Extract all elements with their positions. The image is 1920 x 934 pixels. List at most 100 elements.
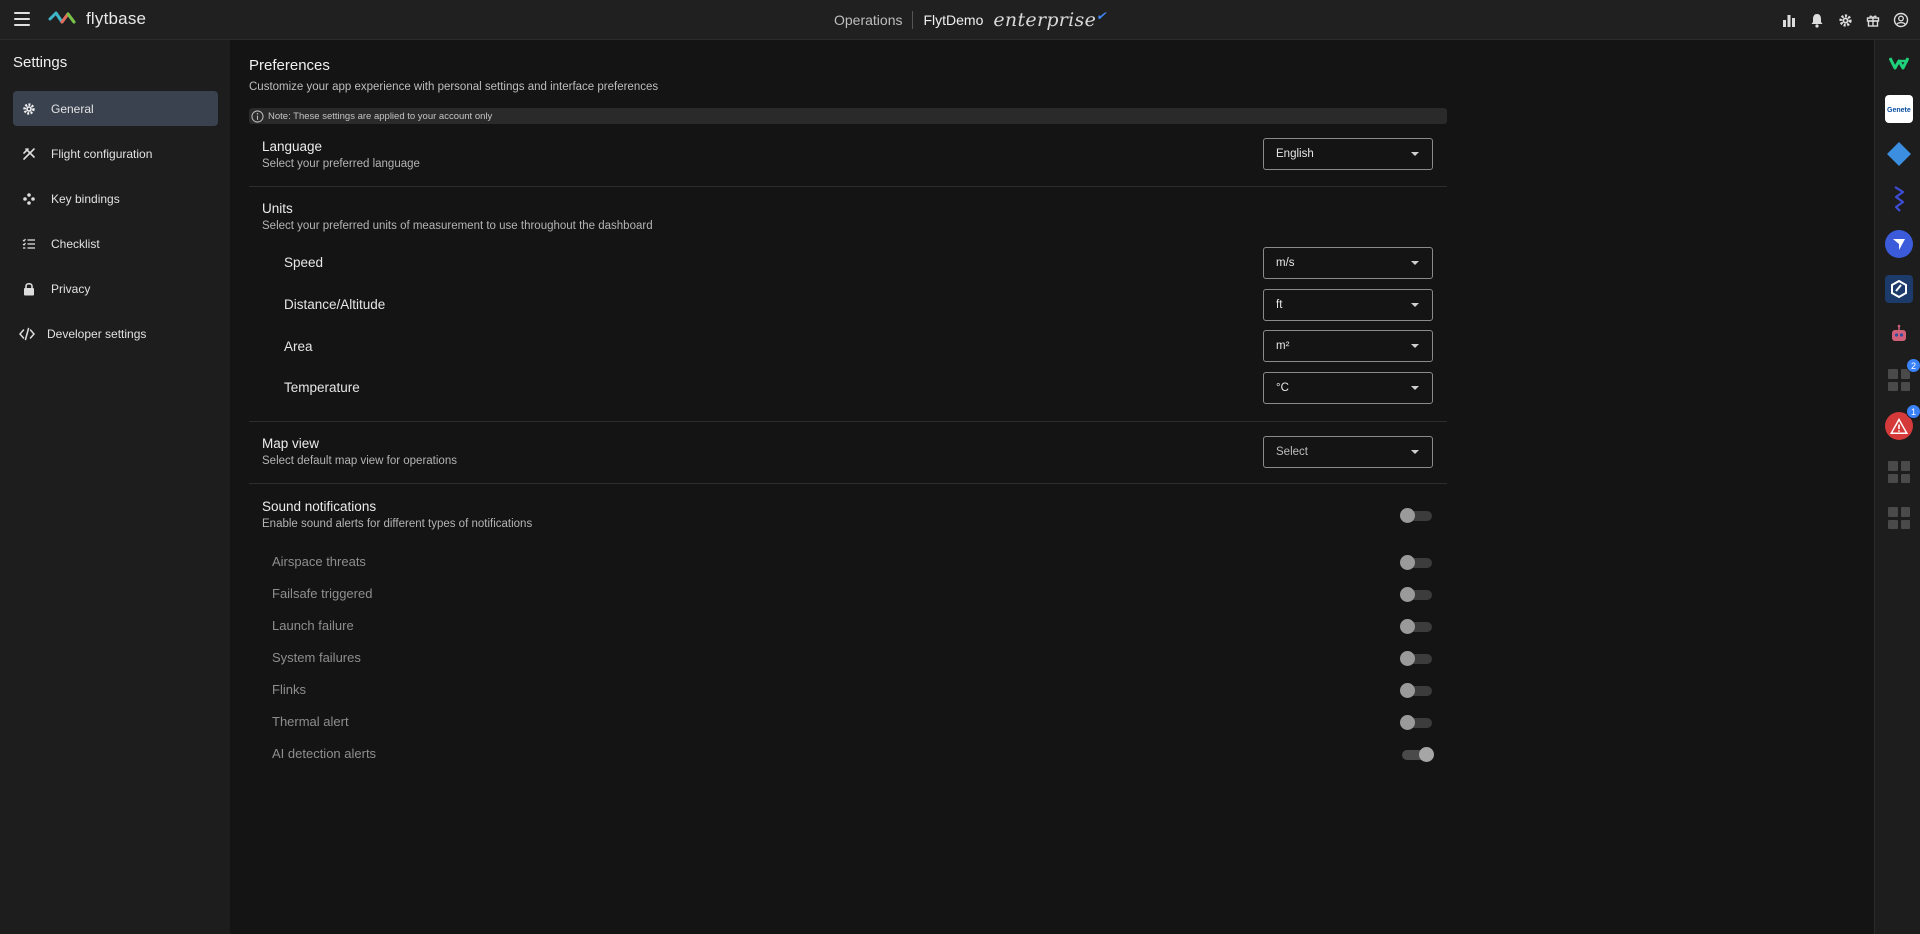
sidebar-item-privacy[interactable]: Privacy <box>13 271 218 306</box>
airspace-threats-toggle[interactable] <box>1400 555 1432 570</box>
page-title: Preferences <box>249 57 330 74</box>
divider <box>249 186 1447 187</box>
area-label: Area <box>284 339 313 354</box>
brand-name: flytbase <box>86 9 147 28</box>
apps-placeholder-icon[interactable]: 2 <box>1885 358 1920 394</box>
flytbase-logo[interactable]: flytbase <box>48 9 146 29</box>
hamburger-menu-icon[interactable] <box>14 12 30 26</box>
warning-icon[interactable]: 1 <box>1885 404 1920 440</box>
sidebar-item-developer-settings[interactable]: Developer settings <box>13 316 218 351</box>
distance-value: ft <box>1276 299 1283 311</box>
sidebar-item-label: Checklist <box>51 236 100 251</box>
toggle-knob <box>1400 683 1415 698</box>
language-title: Language <box>262 139 323 154</box>
note-text: Note: These settings are applied to your… <box>268 110 493 122</box>
sidebar-item-checklist[interactable]: Checklist <box>13 226 218 261</box>
bar-chart-icon[interactable] <box>1780 11 1798 29</box>
thermal-alert-label: Thermal alert <box>272 714 349 729</box>
hexagon-icon[interactable] <box>1885 275 1913 303</box>
va-logo-icon[interactable] <box>1885 49 1913 77</box>
organization-name[interactable]: FlytDemo <box>923 12 983 28</box>
launch-failure-label: Launch failure <box>272 618 354 633</box>
caret-down-icon <box>1411 261 1419 265</box>
distance-altitude-label: Distance/Altitude <box>284 297 386 312</box>
speed-value: m/s <box>1276 257 1295 269</box>
drone-icon <box>21 146 37 162</box>
gear-icon[interactable] <box>1836 11 1854 29</box>
speed-label: Speed <box>284 255 324 270</box>
settings-nav: General Flight configuration Key binding… <box>13 91 218 361</box>
workspace-switcher: Operations FlytDemo enterprise✔ <box>834 0 1107 40</box>
failsafe-triggered-toggle[interactable] <box>1400 587 1432 602</box>
caret-down-icon <box>1411 344 1419 348</box>
sound-notifications-toggle[interactable] <box>1400 508 1432 523</box>
lock-icon <box>21 281 37 297</box>
system-failures-toggle[interactable] <box>1400 651 1432 666</box>
preferences-panel: Preferences Customize your app experienc… <box>230 40 1874 934</box>
gear-icon <box>21 101 37 117</box>
toggle-knob <box>1400 651 1415 666</box>
plan-name: enterprise <box>993 9 1097 31</box>
toggle-knob <box>1419 747 1434 762</box>
sidebar-item-key-bindings[interactable]: Key bindings <box>13 181 218 216</box>
divider <box>912 11 914 29</box>
page-subtitle: Customize your app experience with perso… <box>249 81 659 93</box>
units-subtitle: Select your preferred units of measureme… <box>262 220 653 232</box>
area-select[interactable]: m² <box>1263 330 1433 362</box>
user-circle-icon[interactable] <box>1892 11 1910 29</box>
gift-icon[interactable] <box>1864 11 1882 29</box>
genetec-logo-icon[interactable]: Genetec <box>1885 95 1913 123</box>
flytbase-logo-icon <box>48 11 76 24</box>
sidebar-item-flight-configuration[interactable]: Flight configuration <box>13 136 218 171</box>
temperature-label: Temperature <box>284 380 360 395</box>
account-note: Note: These settings are applied to your… <box>249 108 1447 124</box>
sound-notifications-subtitle: Enable sound alerts for different types … <box>262 518 533 530</box>
settings-sidebar: Settings General Flight configuration Ke… <box>0 40 230 934</box>
temperature-select[interactable]: °C <box>1263 372 1433 404</box>
sidebar-item-label: Privacy <box>51 281 91 296</box>
map-view-select[interactable]: Select <box>1263 436 1433 468</box>
failsafe-triggered-label: Failsafe triggered <box>272 586 373 601</box>
ai-detection-alerts-toggle[interactable] <box>1402 747 1434 762</box>
speed-select[interactable]: m/s <box>1263 247 1433 279</box>
caret-down-icon <box>1411 303 1419 307</box>
info-icon <box>251 109 264 123</box>
map-view-placeholder: Select <box>1276 446 1308 458</box>
code-icon <box>19 326 35 342</box>
notification-badge: 2 <box>1906 358 1920 373</box>
airspace-threats-label: Airspace threats <box>272 554 366 569</box>
language-subtitle: Select your preferred language <box>262 158 420 170</box>
divider <box>249 483 1447 484</box>
sidebar-item-label: Flight configuration <box>51 146 153 161</box>
toggle-knob <box>1400 587 1415 602</box>
launch-failure-toggle[interactable] <box>1400 619 1432 634</box>
sidebar-title: Settings <box>13 54 68 71</box>
diamond-icon[interactable] <box>1885 140 1913 168</box>
toggle-knob <box>1400 508 1415 523</box>
toggle-knob <box>1400 619 1415 634</box>
top-actions <box>1780 0 1910 40</box>
flinks-toggle[interactable] <box>1400 683 1432 698</box>
sidebar-item-label: Developer settings <box>47 326 147 341</box>
map-view-title: Map view <box>262 436 320 451</box>
send-icon[interactable] <box>1885 230 1913 258</box>
operations-link[interactable]: Operations <box>834 12 912 28</box>
robot-icon[interactable] <box>1885 320 1913 348</box>
checklist-icon <box>21 236 37 252</box>
map-view-subtitle: Select default map view for operations <box>262 455 457 467</box>
language-select[interactable]: English <box>1263 138 1433 170</box>
top-bar: flytbase Operations FlytDemo enterprise✔ <box>0 0 1920 40</box>
svg-text:Genetec: Genetec <box>1887 107 1911 114</box>
system-failures-label: System failures <box>272 650 361 665</box>
integrations-dock: Genetec 2 1 <box>1874 40 1920 934</box>
distance-altitude-select[interactable]: ft <box>1263 289 1433 321</box>
divider <box>249 421 1447 422</box>
apps-placeholder-icon[interactable] <box>1885 504 1913 532</box>
sidebar-item-general[interactable]: General <box>13 91 218 126</box>
toggle-knob <box>1400 715 1415 730</box>
bell-icon[interactable] <box>1808 11 1826 29</box>
lightning-icon[interactable] <box>1885 185 1913 213</box>
sidebar-item-label: General <box>51 101 94 116</box>
thermal-alert-toggle[interactable] <box>1400 715 1432 730</box>
apps-placeholder-icon[interactable] <box>1885 458 1913 486</box>
